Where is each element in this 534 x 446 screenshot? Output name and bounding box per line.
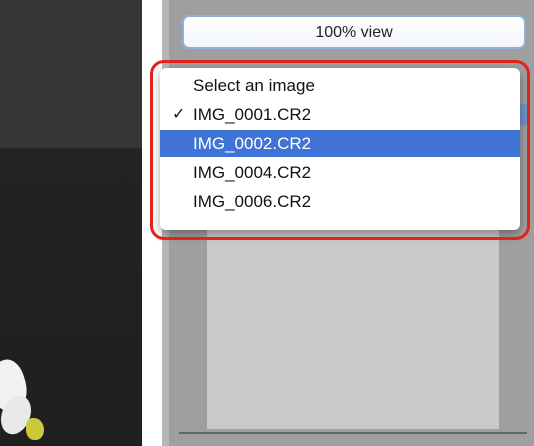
preview-top-region: [0, 0, 142, 148]
orchid-center: [26, 418, 44, 440]
divider-line: [179, 432, 527, 434]
callout-highlight: [150, 60, 530, 240]
app-window: 100% view Select an image ✓ IMG_0001.CR2…: [0, 0, 534, 446]
image-preview: [0, 0, 142, 446]
thumbnail-area: [207, 215, 499, 429]
view-100-button[interactable]: 100% view: [182, 15, 526, 49]
